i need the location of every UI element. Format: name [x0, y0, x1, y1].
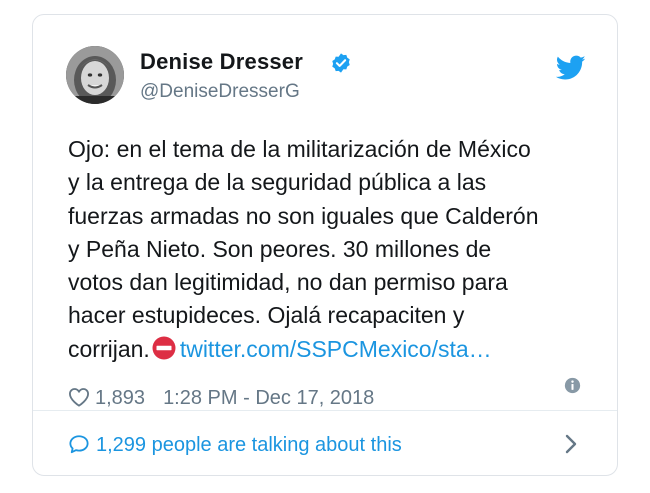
tweet-text-last-line: corrijan. twitter.com/SSPCMexico/sta…	[68, 333, 598, 366]
chevron-right-icon[interactable]	[565, 434, 577, 454]
verified-badge-icon	[332, 53, 350, 73]
conversation-count-text[interactable]: 1,299 people are talking about this	[96, 434, 402, 456]
divider	[33, 410, 617, 411]
tweet-link[interactable]: twitter.com/SSPCMexico/sta…	[180, 336, 492, 362]
tweet-text: Ojo: en el tema de la militarización de …	[68, 133, 598, 366]
tweet-text-line: y la entrega de la seguridad pública a l…	[68, 169, 487, 196]
conversation-link[interactable]: 1,299 people are talking about this	[68, 434, 402, 457]
like-count[interactable]: 1,893	[95, 387, 145, 409]
info-icon[interactable]	[564, 377, 581, 394]
heart-icon[interactable]	[68, 387, 90, 407]
avatar[interactable]	[66, 46, 124, 104]
author-handle[interactable]: @DeniseDresserG	[140, 81, 300, 103]
tweet-meta: 1,893 1:28 PM - Dec 17, 2018	[68, 387, 374, 410]
author-name[interactable]: Denise Dresser	[140, 49, 303, 75]
speech-bubble-icon	[69, 435, 89, 454]
tweet-card[interactable]: Denise Dresser @DeniseDresserG Ojo: en e…	[32, 14, 618, 476]
tweet-text-line: Ojo: en el tema de la militarización de …	[68, 136, 531, 162]
tweet-timestamp[interactable]: 1:28 PM - Dec 17, 2018	[163, 387, 374, 409]
tweet-text-fragment: corrijan.	[68, 335, 150, 362]
avatar-photo	[66, 46, 124, 104]
tweet-text-line: fuerzas armadas no son iguales que Calde…	[68, 202, 539, 229]
tweet-text-line: votos dan legitimidad, no dan permiso pa…	[68, 269, 508, 296]
tweet-text-line: y Peña Nieto. Son peores. 30 millones de	[68, 235, 492, 262]
tweet-text-line: hacer estupideces. Ojalá recapaciten y	[68, 302, 465, 329]
twitter-bird-icon[interactable]	[556, 55, 586, 81]
no-entry-icon	[152, 336, 176, 360]
